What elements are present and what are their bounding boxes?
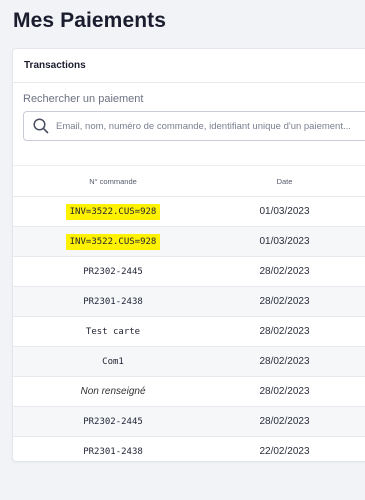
table-row[interactable]: INV=3522.CUS=928 01/03/2023 bbox=[13, 227, 365, 257]
table-row[interactable]: INV=3522.CUS=928 01/03/2023 bbox=[13, 197, 365, 227]
date-cell: 28/02/2023 bbox=[259, 326, 310, 337]
order-number-cell: Com1 bbox=[102, 356, 124, 367]
transactions-card: Transactions Rechercher un paiement N° c… bbox=[12, 48, 365, 462]
order-number-cell: INV=3522.CUS=928 bbox=[13, 203, 213, 220]
search-icon bbox=[33, 118, 49, 134]
date-cell: 28/02/2023 bbox=[259, 266, 310, 277]
table-row[interactable]: Com1 28/02/2023 bbox=[13, 347, 365, 377]
transactions-table: N° commande Date INV=3522.CUS=928 01/03/… bbox=[13, 165, 365, 461]
date-cell: 01/03/2023 bbox=[259, 236, 310, 247]
table-row[interactable]: PR2301-2438 28/02/2023 bbox=[13, 287, 365, 317]
date-cell: 01/03/2023 bbox=[259, 206, 310, 217]
date-cell: 28/02/2023 bbox=[259, 386, 310, 397]
table-row[interactable]: PR2302-2445 28/02/2023 bbox=[13, 257, 365, 287]
column-header-order[interactable]: N° commande bbox=[13, 177, 213, 186]
order-number-cell: PR2302-2445 bbox=[83, 266, 143, 277]
order-number-cell: Non renseigné bbox=[80, 386, 146, 397]
search-field[interactable] bbox=[23, 111, 365, 141]
date-cell: 28/02/2023 bbox=[259, 296, 310, 307]
order-number-cell: Test carte bbox=[85, 326, 141, 337]
search-input[interactable] bbox=[56, 120, 365, 132]
table-row[interactable]: PR2302-2445 28/02/2023 bbox=[13, 407, 365, 437]
order-number-cell: INV=3522.CUS=928 bbox=[13, 233, 213, 250]
date-cell: 22/02/2023 bbox=[259, 446, 310, 457]
highlighted-order-number: INV=3522.CUS=928 bbox=[65, 203, 161, 220]
order-number-cell: PR2302-2445 bbox=[83, 416, 143, 427]
search-label: Rechercher un paiement bbox=[23, 93, 144, 105]
date-cell: 28/02/2023 bbox=[259, 416, 310, 427]
table-row[interactable]: PR2301-2438 22/02/2023 bbox=[13, 437, 365, 461]
date-cell: 28/02/2023 bbox=[259, 356, 310, 367]
table-row[interactable]: Test carte 28/02/2023 bbox=[13, 317, 365, 347]
table-row[interactable]: Non renseigné 28/02/2023 bbox=[13, 377, 365, 407]
table-header: N° commande Date bbox=[13, 165, 365, 197]
page-title: Mes Paiements bbox=[13, 9, 167, 32]
column-header-date[interactable]: Date bbox=[213, 177, 356, 186]
highlighted-order-number: INV=3522.CUS=928 bbox=[65, 233, 161, 250]
card-title: Transactions bbox=[13, 49, 365, 83]
order-number-cell: PR2301-2438 bbox=[83, 446, 143, 457]
order-number-cell: PR2301-2438 bbox=[83, 296, 143, 307]
